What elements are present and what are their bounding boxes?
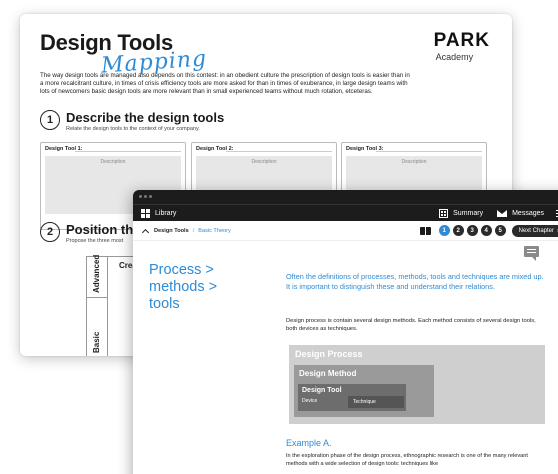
section-heading: Process > methods > tools xyxy=(149,262,218,312)
messages-button[interactable]: Messages xyxy=(497,209,544,217)
diagram-design-process: Design Process Design Method Design Tool… xyxy=(289,345,545,424)
body-paragraph: Design process is contain several design… xyxy=(286,318,536,333)
comment-icon[interactable] xyxy=(524,246,539,261)
section-1: 1 Describe the design tools Relate the d… xyxy=(40,110,224,132)
next-chapter-label: Next Chapter xyxy=(518,227,554,234)
library-icon[interactable] xyxy=(141,208,150,218)
example-heading: Example A. xyxy=(286,438,332,448)
lead-text: Often the definitions of processes, meth… xyxy=(286,272,544,291)
section-1-subtitle: Relate the design tools to the context o… xyxy=(66,126,200,132)
chevron-up-icon[interactable] xyxy=(141,228,150,236)
diagram-device-label: Device xyxy=(302,398,318,404)
summary-button[interactable]: Summary xyxy=(439,208,484,218)
section-1-title: Describe the design tools xyxy=(66,110,225,125)
grid-line xyxy=(107,257,108,356)
breadcrumb-separator: / xyxy=(192,227,195,234)
next-chapter-button[interactable]: Next Chapter › xyxy=(511,224,558,237)
book-icon[interactable] xyxy=(419,226,431,235)
chapter-step-2[interactable]: 2 xyxy=(452,225,464,236)
chapter-step-1[interactable]: 1 xyxy=(438,225,450,236)
breadcrumb-current[interactable]: Basic Theory xyxy=(198,228,231,234)
window-dot[interactable] xyxy=(139,195,142,198)
section-1-number: 1 xyxy=(40,110,60,130)
window-dot[interactable] xyxy=(149,195,152,198)
diagram-process-label: Design Process xyxy=(295,349,363,359)
tool-line xyxy=(226,151,332,152)
worksheet-intro: The way design tools are managed also de… xyxy=(40,72,410,96)
section-2-title: Position the xyxy=(66,222,141,237)
brand-logo: PARK Academy xyxy=(434,30,490,62)
section-2: 2 Position the Propose the three most xyxy=(40,222,140,244)
app-window: Library Summary Messages Design Tools / … xyxy=(133,190,558,474)
breadcrumb-main[interactable]: Design Tools xyxy=(154,228,189,234)
chapter-step-4[interactable]: 4 xyxy=(480,225,492,236)
diagram-design-tool: Design Tool Device Technique xyxy=(298,384,406,411)
brand-sub: Academy xyxy=(435,52,474,62)
diagram-method-label: Design Method xyxy=(299,369,357,378)
grid-line xyxy=(87,297,107,298)
summary-icon xyxy=(439,208,449,218)
brand-name: PARK xyxy=(433,30,490,51)
grid-row-advanced: Advanced xyxy=(92,254,101,293)
grid-row-basic: Basic xyxy=(92,331,101,353)
breadcrumb-bar: Design Tools / Basic Theory 1 2 3 4 5 Ne… xyxy=(133,221,558,241)
window-titlebar xyxy=(133,190,558,204)
library-button[interactable]: Library xyxy=(155,210,176,217)
chapter-step-3[interactable]: 3 xyxy=(466,225,478,236)
diagram-design-method: Design Method Design Tool Device Techniq… xyxy=(294,365,434,417)
diagram-tool-label: Design Tool xyxy=(302,387,342,394)
tool-line xyxy=(376,151,482,152)
section-2-number: 2 xyxy=(40,222,60,242)
window-dot[interactable] xyxy=(144,195,147,198)
envelope-icon xyxy=(497,209,508,217)
example-text: In the exploration phase of the design p… xyxy=(286,453,528,467)
summary-label: Summary xyxy=(453,209,484,217)
section-2-subtitle: Propose the three most xyxy=(66,238,124,244)
app-toolbar: Library Summary Messages xyxy=(133,204,558,221)
chapter-step-5[interactable]: 5 xyxy=(494,225,506,236)
messages-label: Messages xyxy=(512,209,544,217)
diagram-technique-label: Technique xyxy=(348,396,404,408)
tool-line xyxy=(75,151,181,152)
